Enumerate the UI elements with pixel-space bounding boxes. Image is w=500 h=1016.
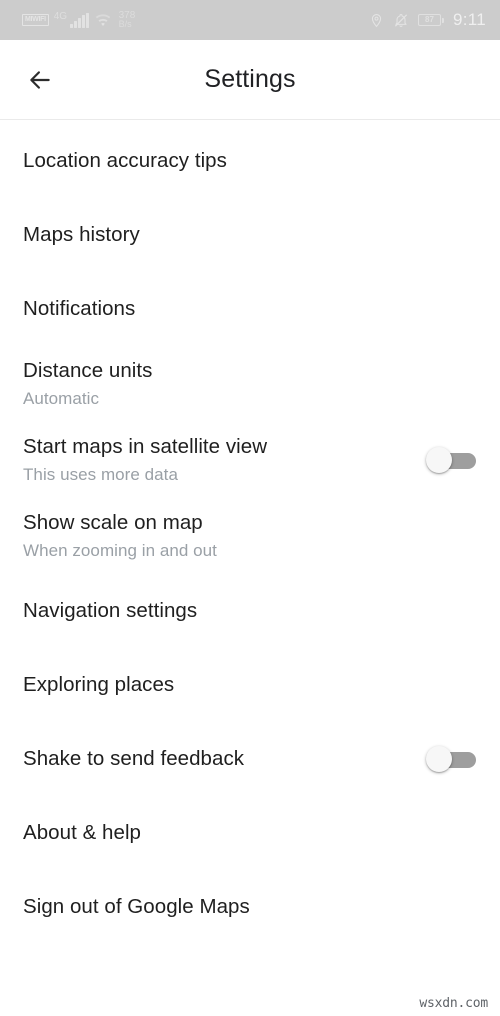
sim-badge-icon: MIWIFI xyxy=(22,14,49,26)
list-item-title: Show scale on map xyxy=(23,511,203,534)
settings-list: Location accuracy tips Maps history Noti… xyxy=(0,120,500,944)
list-item-location-accuracy-tips[interactable]: Location accuracy tips xyxy=(0,124,500,198)
item-text: Sign out of Google Maps xyxy=(23,893,250,921)
list-item-title: Location accuracy tips xyxy=(23,149,227,172)
list-item-subtitle: Automatic xyxy=(23,389,100,408)
item-text: Shake to send feedback xyxy=(23,745,244,773)
bell-off-icon xyxy=(393,12,409,29)
list-item-title: Start maps in satellite view xyxy=(23,435,268,458)
list-item-title: Notifications xyxy=(23,297,136,320)
page-title: Settings xyxy=(204,65,296,93)
list-item-start-maps-in-satellite-view[interactable]: Start maps in satellite view This uses m… xyxy=(0,422,500,498)
list-item-title: Maps history xyxy=(23,223,140,246)
list-item-subtitle: When zooming in and out xyxy=(23,541,217,560)
list-item-title: Distance units xyxy=(23,359,153,382)
back-button[interactable] xyxy=(12,52,68,108)
network-type-label: 4G xyxy=(53,10,68,22)
app-bar: Settings xyxy=(0,40,500,120)
toggle-shake-to-send-feedback[interactable] xyxy=(426,744,476,774)
item-text: Show scale on map When zooming in and ou… xyxy=(23,509,217,563)
toggle-thumb xyxy=(426,746,452,772)
list-item-distance-units[interactable]: Distance units Automatic xyxy=(0,346,500,422)
list-item-about-and-help[interactable]: About & help xyxy=(0,796,500,870)
signal-bars-icon xyxy=(70,12,89,28)
item-text: Maps history xyxy=(23,221,140,249)
list-item-subtitle: This uses more data xyxy=(23,465,178,484)
list-item-navigation-settings[interactable]: Navigation settings xyxy=(0,574,500,648)
data-rate-indicator: 378 B/s xyxy=(119,11,136,29)
item-text: Distance units Automatic xyxy=(23,357,152,411)
status-bar-left-group: MIWIFI 4G 378 B/s xyxy=(22,11,135,29)
battery-body: 87 xyxy=(417,14,441,26)
item-text: Notifications xyxy=(23,295,135,323)
list-item-title: About & help xyxy=(23,821,141,844)
list-item-show-scale-on-map[interactable]: Show scale on map When zooming in and ou… xyxy=(0,498,500,574)
list-item-title: Exploring places xyxy=(23,673,175,696)
data-rate-unit: B/s xyxy=(118,19,132,29)
arrow-left-icon xyxy=(27,67,53,93)
toggle-thumb xyxy=(426,447,452,473)
item-text: About & help xyxy=(23,819,141,847)
list-item-sign-out-of-google-maps[interactable]: Sign out of Google Maps xyxy=(0,870,500,944)
list-item-title: Navigation settings xyxy=(23,599,198,622)
list-item-title: Shake to send feedback xyxy=(23,747,245,770)
list-item-notifications[interactable]: Notifications xyxy=(0,272,500,346)
location-pin-icon xyxy=(369,12,384,29)
wifi-icon xyxy=(94,13,112,27)
list-item-shake-to-send-feedback[interactable]: Shake to send feedback xyxy=(0,722,500,796)
status-bar-right-group: 87 9:11 xyxy=(369,10,486,30)
item-text: Navigation settings xyxy=(23,597,197,625)
battery-percent-label: 87 xyxy=(425,15,434,24)
status-bar-clock: 9:11 xyxy=(452,10,486,29)
item-text: Exploring places xyxy=(23,671,174,699)
list-item-title: Sign out of Google Maps xyxy=(23,895,250,918)
item-text: Location accuracy tips xyxy=(23,147,227,175)
list-item-exploring-places[interactable]: Exploring places xyxy=(0,648,500,722)
item-text: Start maps in satellite view This uses m… xyxy=(23,433,267,487)
status-bar: MIWIFI 4G 378 B/s 87 9:11 xyxy=(0,0,500,40)
list-item-maps-history[interactable]: Maps history xyxy=(0,198,500,272)
toggle-start-maps-in-satellite-view[interactable] xyxy=(426,445,476,475)
battery-cap xyxy=(441,17,444,23)
watermark: wsxdn.com xyxy=(419,996,488,1011)
battery-icon: 87 xyxy=(417,14,444,26)
